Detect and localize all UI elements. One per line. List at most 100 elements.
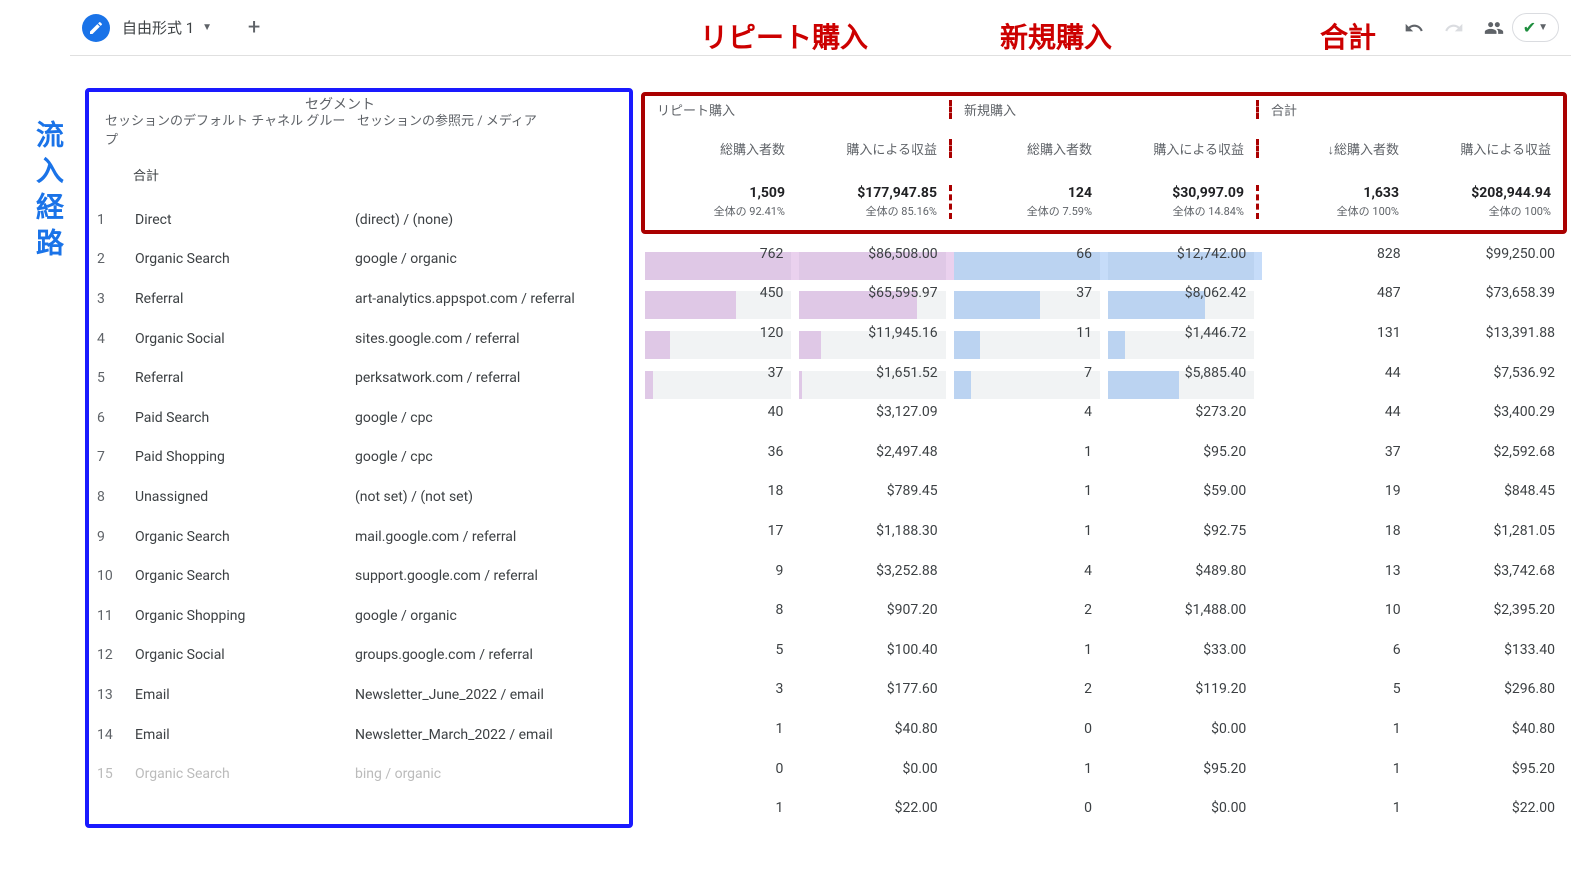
metric-cell: $3,400.29 xyxy=(1413,404,1567,420)
segment-new-header[interactable]: 新規購入 xyxy=(952,100,1259,119)
metric-cell: 1 xyxy=(950,642,1104,658)
row-index: 14 xyxy=(97,727,125,743)
status-pill[interactable]: ✔ ▼ xyxy=(1512,13,1559,42)
metric-cell: 0 xyxy=(641,761,795,777)
table-row[interactable]: 6 Paid Search google / cpc xyxy=(89,398,629,438)
channel-group-header[interactable]: セッションのデフォルト チャネル グループ xyxy=(97,104,357,148)
table-row[interactable]: 3 Referral art-analytics.appspot.com / r… xyxy=(89,279,629,319)
table-row[interactable]: 1$22.000$0.001$22.00 xyxy=(641,788,1567,828)
row-index: 15 xyxy=(97,766,125,782)
source-medium-header[interactable]: セッションの参照元 / メディア xyxy=(357,104,621,129)
row-source: support.google.com / referral xyxy=(355,568,621,584)
metric-cell: 0 xyxy=(950,721,1104,737)
table-row[interactable]: 18$789.451$59.0019$848.45 xyxy=(641,472,1567,512)
metric-cell: $40.80 xyxy=(795,721,949,737)
table-row[interactable]: 9 Organic Search mail.google.com / refer… xyxy=(89,517,629,557)
repeat-revenue-header[interactable]: 購入による収益 xyxy=(797,139,952,158)
table-row[interactable]: 4 Organic Social sites.google.com / refe… xyxy=(89,319,629,359)
total-revenue-header[interactable]: 購入による収益 xyxy=(1411,139,1563,158)
segment-total-header[interactable]: 合計 xyxy=(1259,100,1563,119)
table-row[interactable]: 17$1,188.301$92.7518$1,281.05 xyxy=(641,511,1567,551)
total-new-revenue: $30,997.09全体の 14.84% xyxy=(1104,185,1259,219)
row-index: 5 xyxy=(97,370,125,386)
total-total-purchasers: 1,633全体の 100% xyxy=(1259,185,1411,219)
metric-cell: 6 xyxy=(1258,642,1412,658)
row-index: 3 xyxy=(97,291,125,307)
metric-cell: $3,127.09 xyxy=(795,404,949,420)
row-index: 1 xyxy=(97,212,125,228)
row-channel: Email xyxy=(125,727,355,743)
metric-cell: 0 xyxy=(950,800,1104,816)
metric-cell: 1 xyxy=(950,483,1104,499)
metric-cell: 2 xyxy=(950,681,1104,697)
share-icon[interactable] xyxy=(1476,10,1512,46)
row-index: 10 xyxy=(97,568,125,584)
metric-cell: 7 xyxy=(950,365,1104,381)
total-purchasers-header[interactable]: ↓総購入者数 xyxy=(1259,139,1411,158)
row-channel: Unassigned xyxy=(125,489,355,505)
table-row[interactable]: 3$177.602$119.205$296.80 xyxy=(641,670,1567,710)
metric-cell: 3 xyxy=(641,681,795,697)
row-channel: Referral xyxy=(125,370,355,386)
table-row[interactable]: 14 Email Newsletter_March_2022 / email xyxy=(89,715,629,755)
metric-cell: $789.45 xyxy=(795,483,949,499)
table-row[interactable]: 0$0.001$95.201$95.20 xyxy=(641,749,1567,789)
table-row[interactable]: 36$2,497.481$95.2037$2,592.68 xyxy=(641,432,1567,472)
table-row[interactable]: 2 Organic Search google / organic xyxy=(89,240,629,280)
total-new-purchasers: 124全体の 7.59% xyxy=(952,185,1104,219)
row-source: perksatwork.com / referral xyxy=(355,370,621,386)
edit-icon[interactable] xyxy=(82,14,110,42)
row-source: Newsletter_March_2022 / email xyxy=(355,727,621,743)
table-row[interactable]: 9$3,252.884$489.8013$3,742.68 xyxy=(641,551,1567,591)
table-row[interactable]: 10 Organic Search support.google.com / r… xyxy=(89,556,629,596)
metric-cell: 18 xyxy=(641,483,795,499)
metric-cell: 36 xyxy=(641,444,795,460)
metric-cell: $489.80 xyxy=(1104,563,1258,579)
metric-cell: 9 xyxy=(641,563,795,579)
row-index: 2 xyxy=(97,251,125,267)
redo-icon[interactable] xyxy=(1436,10,1472,46)
add-tab-button[interactable]: + xyxy=(236,10,272,46)
new-purchasers-header[interactable]: 総購入者数 xyxy=(952,139,1104,158)
metric-cell: $296.80 xyxy=(1413,681,1567,697)
new-revenue-header[interactable]: 購入による収益 xyxy=(1104,139,1259,158)
metric-cell: 487 xyxy=(1258,285,1412,301)
metric-cell: $2,497.48 xyxy=(795,444,949,460)
row-channel: Referral xyxy=(125,291,355,307)
metric-cell: $2,395.20 xyxy=(1413,602,1567,618)
metric-cell: $95.20 xyxy=(1104,444,1258,460)
metric-cell: 4 xyxy=(950,404,1104,420)
row-index: 9 xyxy=(97,529,125,545)
table-row[interactable]: 1$40.800$0.001$40.80 xyxy=(641,709,1567,749)
segment-repeat-header[interactable]: リピート購入 xyxy=(645,100,952,119)
metric-cell: 5 xyxy=(1258,681,1412,697)
metric-cell: $273.20 xyxy=(1104,404,1258,420)
annotation-new: 新規購入 xyxy=(1000,16,1112,56)
table-row[interactable]: 1 Direct (direct) / (none) xyxy=(89,200,629,240)
row-channel: Organic Search xyxy=(125,529,355,545)
table-row[interactable]: 762 $86,508.00 66 $12,742.00828$99,250.0… xyxy=(641,234,1567,274)
table-row[interactable]: 13 Email Newsletter_June_2022 / email xyxy=(89,675,629,715)
metric-cell: 450 xyxy=(641,285,795,301)
table-row[interactable]: 7 Paid Shopping google / cpc xyxy=(89,438,629,478)
table-row[interactable]: 15 Organic Search bing / organic xyxy=(89,754,629,794)
row-source: groups.google.com / referral xyxy=(355,647,621,663)
metric-cell: 17 xyxy=(641,523,795,539)
repeat-purchasers-header[interactable]: 総購入者数 xyxy=(645,139,797,158)
table-row[interactable]: 11 Organic Shopping google / organic xyxy=(89,596,629,636)
table-row[interactable]: 5 Referral perksatwork.com / referral xyxy=(89,358,629,398)
metric-cell: $133.40 xyxy=(1413,642,1567,658)
metric-cell: 828 xyxy=(1258,246,1412,262)
table-row[interactable]: 8 Unassigned (not set) / (not set) xyxy=(89,477,629,517)
metric-cell: $1,488.00 xyxy=(1104,602,1258,618)
tab-name[interactable]: 自由形式 1 xyxy=(122,17,194,38)
undo-icon[interactable] xyxy=(1396,10,1432,46)
table-row[interactable]: 5$100.401$33.006$133.40 xyxy=(641,630,1567,670)
metric-cell: $907.20 xyxy=(795,602,949,618)
row-source: google / organic xyxy=(355,251,621,267)
tab-dropdown-icon[interactable]: ▼ xyxy=(202,22,212,33)
table-row[interactable]: 12 Organic Social groups.google.com / re… xyxy=(89,636,629,676)
table-row[interactable]: 8$907.202$1,488.0010$2,395.20 xyxy=(641,590,1567,630)
metric-cell: 40 xyxy=(641,404,795,420)
metric-cell: $1,188.30 xyxy=(795,523,949,539)
